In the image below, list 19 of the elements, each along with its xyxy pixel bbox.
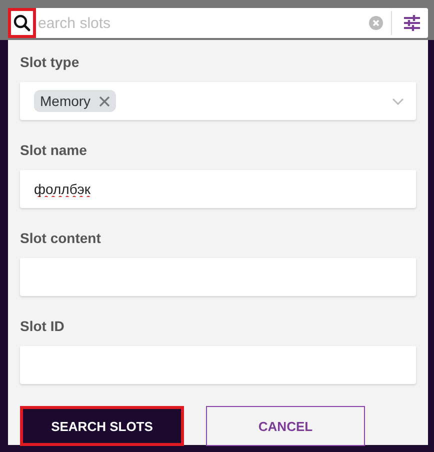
- search-bar[interactable]: earch slots: [8, 8, 428, 38]
- cancel-button[interactable]: CANCEL: [206, 406, 365, 446]
- filter-sliders-icon[interactable]: [404, 15, 420, 31]
- remove-icon[interactable]: [98, 96, 110, 106]
- field-label: Slot name: [20, 142, 87, 158]
- search-button[interactable]: SEARCH SLOTS: [20, 406, 184, 446]
- input-field[interactable]: [20, 346, 416, 384]
- clear-icon[interactable]: [369, 16, 383, 30]
- search-field[interactable]: earch slots: [36, 14, 361, 32]
- text-input[interactable]: фоллбэк: [34, 181, 404, 197]
- search-icon[interactable]: [8, 8, 36, 38]
- chevron-down-icon[interactable]: [392, 98, 404, 104]
- input-field[interactable]: фоллбэк: [20, 170, 416, 208]
- chip-label: Memory: [40, 93, 91, 109]
- select-field[interactable]: Memory: [20, 82, 416, 120]
- field-label: Slot ID: [20, 318, 64, 334]
- field-label: Slot content: [20, 230, 101, 246]
- field-label: Slot type: [20, 54, 80, 70]
- input-field[interactable]: [20, 258, 416, 296]
